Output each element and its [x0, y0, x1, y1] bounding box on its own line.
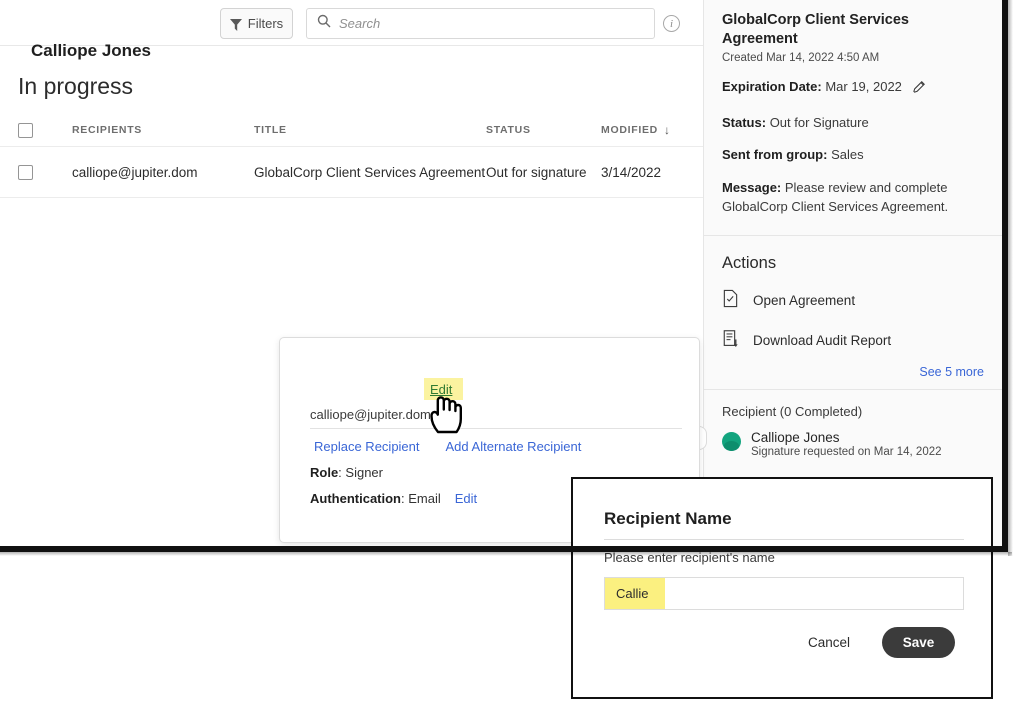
download-audit-report-action[interactable]: Download Audit Report	[722, 329, 984, 353]
agreement-detail-rail: GlobalCorp Client Services Agreement Cre…	[703, 0, 1002, 546]
search-icon	[317, 14, 331, 33]
pencil-icon[interactable]	[912, 79, 927, 100]
app-screenshot: Filters i In progress	[0, 0, 1013, 711]
dialog-title: Recipient Name	[604, 509, 732, 529]
actions-section: Actions Open Agreement	[704, 236, 1002, 389]
sent-from-group-value: Sales	[831, 147, 864, 162]
table-row[interactable]: calliope@jupiter.dom GlobalCorp Client S…	[0, 147, 703, 198]
select-all-checkbox[interactable]	[18, 123, 33, 138]
select-all-cell	[18, 123, 72, 138]
recipient-name-input[interactable]: Callie	[604, 577, 964, 610]
recipient-name-input-value: Callie	[616, 586, 649, 601]
recipient-card-name: Calliope Jones	[31, 41, 151, 61]
cell-modified: 3/14/2022	[601, 165, 701, 180]
recipient-heading: Recipient (0 Completed)	[722, 390, 984, 419]
open-agreement-action[interactable]: Open Agreement	[722, 289, 984, 313]
row-checkbox[interactable]	[18, 165, 33, 180]
recipient-entry[interactable]: Calliope Jones Signature requested on Ma…	[722, 430, 984, 458]
open-agreement-label: Open Agreement	[753, 293, 855, 308]
status-value: Out for Signature	[770, 115, 869, 130]
message-label: Message:	[722, 180, 781, 195]
window-frame-right-shadow	[1008, 0, 1013, 556]
agreements-table: RECIPIENTS TITLE STATUS MODIFIED ↓ calli…	[0, 114, 703, 198]
recipient-card-divider	[310, 428, 682, 429]
expiration-date-value: Mar 19, 2022	[825, 79, 902, 94]
column-header-recipients[interactable]: RECIPIENTS	[72, 124, 254, 136]
status-row: Status: Out for Signature	[722, 114, 984, 133]
toolbar: Filters i	[0, 0, 703, 46]
agreement-title: GlobalCorp Client Services Agreement	[722, 0, 984, 49]
recipient-status: Signature requested on Mar 14, 2022	[751, 446, 942, 458]
authentication-label: Authentication	[310, 491, 401, 506]
replace-recipient-link[interactable]: Replace Recipient	[314, 439, 420, 454]
see-more-actions-link[interactable]: See 5 more	[722, 365, 984, 389]
sort-descending-icon: ↓	[664, 123, 671, 137]
recipient-name-dialog: Recipient Name Please enter recipient's …	[571, 477, 993, 699]
edit-recipient-name-link[interactable]: Edit	[430, 382, 452, 397]
info-icon-glyph: i	[670, 18, 673, 30]
row-select-cell	[18, 165, 72, 180]
info-icon[interactable]: i	[663, 15, 680, 32]
search-box[interactable]	[306, 8, 655, 39]
recipient-name: Calliope Jones	[751, 430, 942, 445]
recipient-card-links: Replace Recipient Add Alternate Recipien…	[314, 439, 581, 454]
save-button[interactable]: Save	[882, 627, 955, 658]
cancel-button[interactable]: Cancel	[808, 635, 850, 650]
role-value: Signer	[345, 465, 383, 480]
column-header-status[interactable]: STATUS	[486, 124, 601, 136]
document-check-icon	[722, 289, 739, 313]
table-header-row: RECIPIENTS TITLE STATUS MODIFIED ↓	[0, 114, 703, 147]
recipient-card-auth-row: Authentication: EmailEdit	[310, 491, 477, 506]
column-header-title[interactable]: TITLE	[254, 124, 486, 136]
sent-from-group-row: Sent from group: Sales	[722, 146, 984, 165]
cell-recipients: calliope@jupiter.dom	[72, 165, 254, 180]
filters-button[interactable]: Filters	[220, 8, 293, 39]
column-header-modified[interactable]: MODIFIED ↓	[601, 123, 701, 137]
add-alternate-recipient-link[interactable]: Add Alternate Recipient	[446, 439, 582, 454]
page-title: In progress	[18, 73, 133, 100]
cell-status: Out for signature	[486, 165, 601, 180]
recipient-entry-text: Calliope Jones Signature requested on Ma…	[751, 430, 942, 458]
column-header-modified-label: MODIFIED	[601, 124, 658, 136]
status-label: Status:	[722, 115, 766, 130]
expiration-date-label: Expiration Date:	[722, 79, 822, 94]
role-label: Role	[310, 465, 338, 480]
recipient-card-role-row: Role: Signer	[310, 465, 383, 480]
avatar-icon	[722, 432, 741, 451]
report-download-icon	[722, 329, 739, 353]
recipient-section: Recipient (0 Completed) Calliope Jones S…	[704, 390, 1002, 458]
filters-button-label: Filters	[248, 16, 283, 31]
window-frame-bottom-shadow	[0, 552, 1012, 556]
agreement-created-date: Created Mar 14, 2022 4:50 AM	[722, 52, 984, 64]
authentication-value: Email	[408, 491, 441, 506]
cell-title: GlobalCorp Client Services Agreement	[254, 165, 486, 180]
expiration-date-row: Expiration Date: Mar 19, 2022	[722, 78, 984, 100]
funnel-icon	[230, 18, 242, 30]
dialog-title-divider	[604, 539, 964, 540]
sent-from-group-label: Sent from group:	[722, 147, 827, 162]
actions-heading: Actions	[722, 236, 984, 273]
download-audit-report-label: Download Audit Report	[753, 333, 891, 348]
message-row: Message: Please review and complete Glob…	[722, 179, 984, 217]
edit-authentication-link[interactable]: Edit	[455, 491, 477, 506]
agreement-meta-section: GlobalCorp Client Services Agreement Cre…	[704, 0, 1002, 235]
search-input[interactable]	[339, 16, 639, 31]
recipient-card-email: calliope@jupiter.dom	[310, 407, 431, 422]
